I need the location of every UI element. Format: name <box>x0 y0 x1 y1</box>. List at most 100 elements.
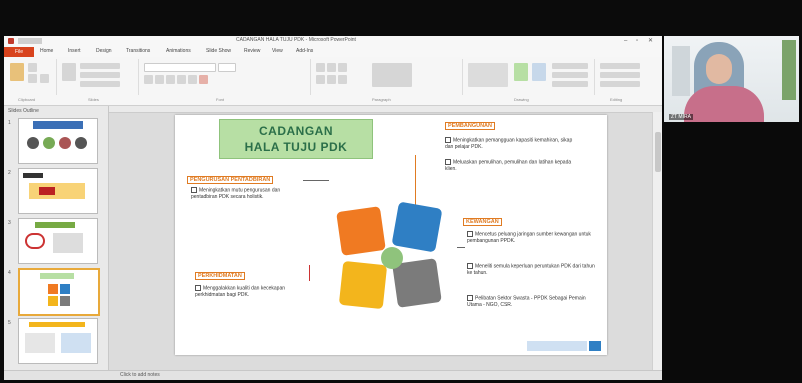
font-family-select[interactable] <box>144 63 216 72</box>
shapes-gallery[interactable] <box>468 63 508 87</box>
new-slide-icon[interactable] <box>62 63 76 81</box>
slide-number: 3 <box>8 220 11 226</box>
section-button[interactable] <box>80 81 120 87</box>
notes-prompt[interactable]: Click to add notes <box>120 372 160 378</box>
font-size-select[interactable] <box>218 63 236 72</box>
ribbon-group-font: Font <box>140 59 311 102</box>
paste-icon[interactable] <box>10 63 24 81</box>
font-color-icon[interactable] <box>199 75 208 84</box>
logo-icon <box>589 341 601 351</box>
close-button[interactable]: ✕ <box>648 37 653 44</box>
numbering-icon[interactable] <box>327 63 336 72</box>
pane-tabs[interactable]: Slides Outline <box>8 108 39 114</box>
slide-number: 1 <box>8 120 11 126</box>
ribbon-group-editing: Editing <box>596 59 658 102</box>
slide-thumbnail-4[interactable] <box>18 268 100 316</box>
scroll-thumb[interactable] <box>655 132 661 172</box>
strikethrough-icon[interactable] <box>188 75 197 84</box>
person-face <box>706 54 732 84</box>
puzzle-piece-blue <box>391 201 443 253</box>
participant-name: ZT MIRA <box>669 114 693 120</box>
footer-logos <box>527 341 587 351</box>
webcam-view <box>664 36 799 122</box>
shape-fill-button[interactable] <box>552 63 588 69</box>
bullet-pengurusan-1: Meningkatkan mutu pengurusan dan pentadb… <box>191 187 281 200</box>
window-title: CADANGAN HALA TUJU PDK - Microsoft Power… <box>236 37 356 43</box>
section-heading-pembangunan: PEMBANGUNAN <box>445 122 495 130</box>
tab-transitions[interactable]: Transitions <box>126 48 150 54</box>
ribbon-group-paragraph: Paragraph <box>312 59 463 102</box>
quick-access-toolbar[interactable] <box>18 38 42 44</box>
connector-line <box>457 247 465 248</box>
italic-icon[interactable] <box>155 75 164 84</box>
shape-effects-button[interactable] <box>552 81 588 87</box>
bullets-icon[interactable] <box>316 63 325 72</box>
file-tab[interactable]: File <box>4 47 34 57</box>
slide-thumbnail-1[interactable] <box>18 118 98 164</box>
tab-home[interactable]: Home <box>40 48 53 54</box>
tab-animations[interactable]: Animations <box>166 48 191 54</box>
video-panel-background <box>662 122 802 380</box>
slide-thumbnail-5[interactable] <box>18 318 98 364</box>
replace-button[interactable] <box>600 72 640 78</box>
bold-icon[interactable] <box>144 75 153 84</box>
tab-slide-show[interactable]: Slide Show <box>206 48 231 54</box>
ribbon-label-drawing: Drawing <box>514 97 529 102</box>
copy-icon[interactable] <box>28 74 37 83</box>
connector-line <box>309 265 310 281</box>
find-button[interactable] <box>600 63 640 69</box>
slide-canvas[interactable]: CADANGAN HALA TUJU PDK PENGURUSAN PENTAD… <box>175 115 607 355</box>
connector-line <box>303 180 329 181</box>
slides-pane: Slides Outline 1 2 3 4 5 <box>4 106 109 370</box>
section-heading-kewangan: KEWANGAN <box>463 218 502 226</box>
ribbon-label-editing: Editing <box>610 97 623 102</box>
tab-insert[interactable]: Insert <box>68 48 81 54</box>
slide-thumbnail-2[interactable] <box>18 168 98 214</box>
reset-button[interactable] <box>80 72 120 78</box>
connector-line <box>415 155 416 205</box>
background-plant <box>782 40 796 100</box>
top-black-bar <box>0 0 802 36</box>
ribbon-label-font: Font <box>216 97 225 102</box>
ribbon-label-slides: Slides <box>88 97 99 102</box>
ribbon-group-slides: Slides <box>58 59 139 102</box>
align-left-icon[interactable] <box>316 75 325 84</box>
align-right-icon[interactable] <box>338 75 347 84</box>
slide-title-line1: CADANGAN <box>259 124 333 138</box>
bullet-kewangan-3: Pelibatan Sektor Swasta - PPDK Sebagai P… <box>467 295 586 308</box>
bullet-pembangunan-2: Meluaskan pemulihan, pemulihan dan latih… <box>445 159 572 172</box>
ribbon-label-clipboard: Clipboard <box>18 97 36 102</box>
text-direction-button[interactable] <box>372 63 412 87</box>
vertical-scrollbar[interactable] <box>652 112 662 370</box>
align-center-icon[interactable] <box>327 75 336 84</box>
bullet-perkhidmatan-1: Menggalakkan kualiti dan kecekapan perkh… <box>195 285 285 298</box>
title-box: CADANGAN HALA TUJU PDK <box>219 119 373 159</box>
cut-icon[interactable] <box>28 63 37 72</box>
puzzle-center-circle <box>381 247 403 269</box>
slide-title-line2: HALA TUJU PDK <box>244 140 348 154</box>
ruler <box>109 106 662 113</box>
select-button[interactable] <box>600 81 640 87</box>
quick-styles-icon[interactable] <box>532 63 546 81</box>
tab-design[interactable]: Design <box>96 48 112 54</box>
arrange-icon[interactable] <box>514 63 528 81</box>
layout-button[interactable] <box>80 63 120 69</box>
slide-number: 4 <box>8 270 11 276</box>
shadow-icon[interactable] <box>177 75 186 84</box>
tab-review[interactable]: Review <box>244 48 260 54</box>
app-icon <box>8 38 14 44</box>
underline-icon[interactable] <box>166 75 175 84</box>
slide-thumbnail-3[interactable] <box>18 218 98 264</box>
minimize-button[interactable]: – <box>624 38 627 44</box>
shape-outline-button[interactable] <box>552 72 588 78</box>
tab-add-ins[interactable]: Add-Ins <box>296 48 313 54</box>
tab-view[interactable]: View <box>272 48 283 54</box>
section-heading-perkhidmatan: PERKHIDMATAN <box>195 272 245 280</box>
bullet-kewangan-1: Mencetus peluang jaringan sumber kewanga… <box>467 231 591 244</box>
ribbon-label-paragraph: Paragraph <box>372 97 391 102</box>
indent-icon[interactable] <box>338 63 347 72</box>
format-painter-icon[interactable] <box>40 74 49 83</box>
ribbon: Clipboard Slides Font Paragraph Drawing … <box>4 57 662 106</box>
puzzle-graphic <box>335 201 451 315</box>
maximize-button[interactable]: ▫ <box>636 38 638 44</box>
